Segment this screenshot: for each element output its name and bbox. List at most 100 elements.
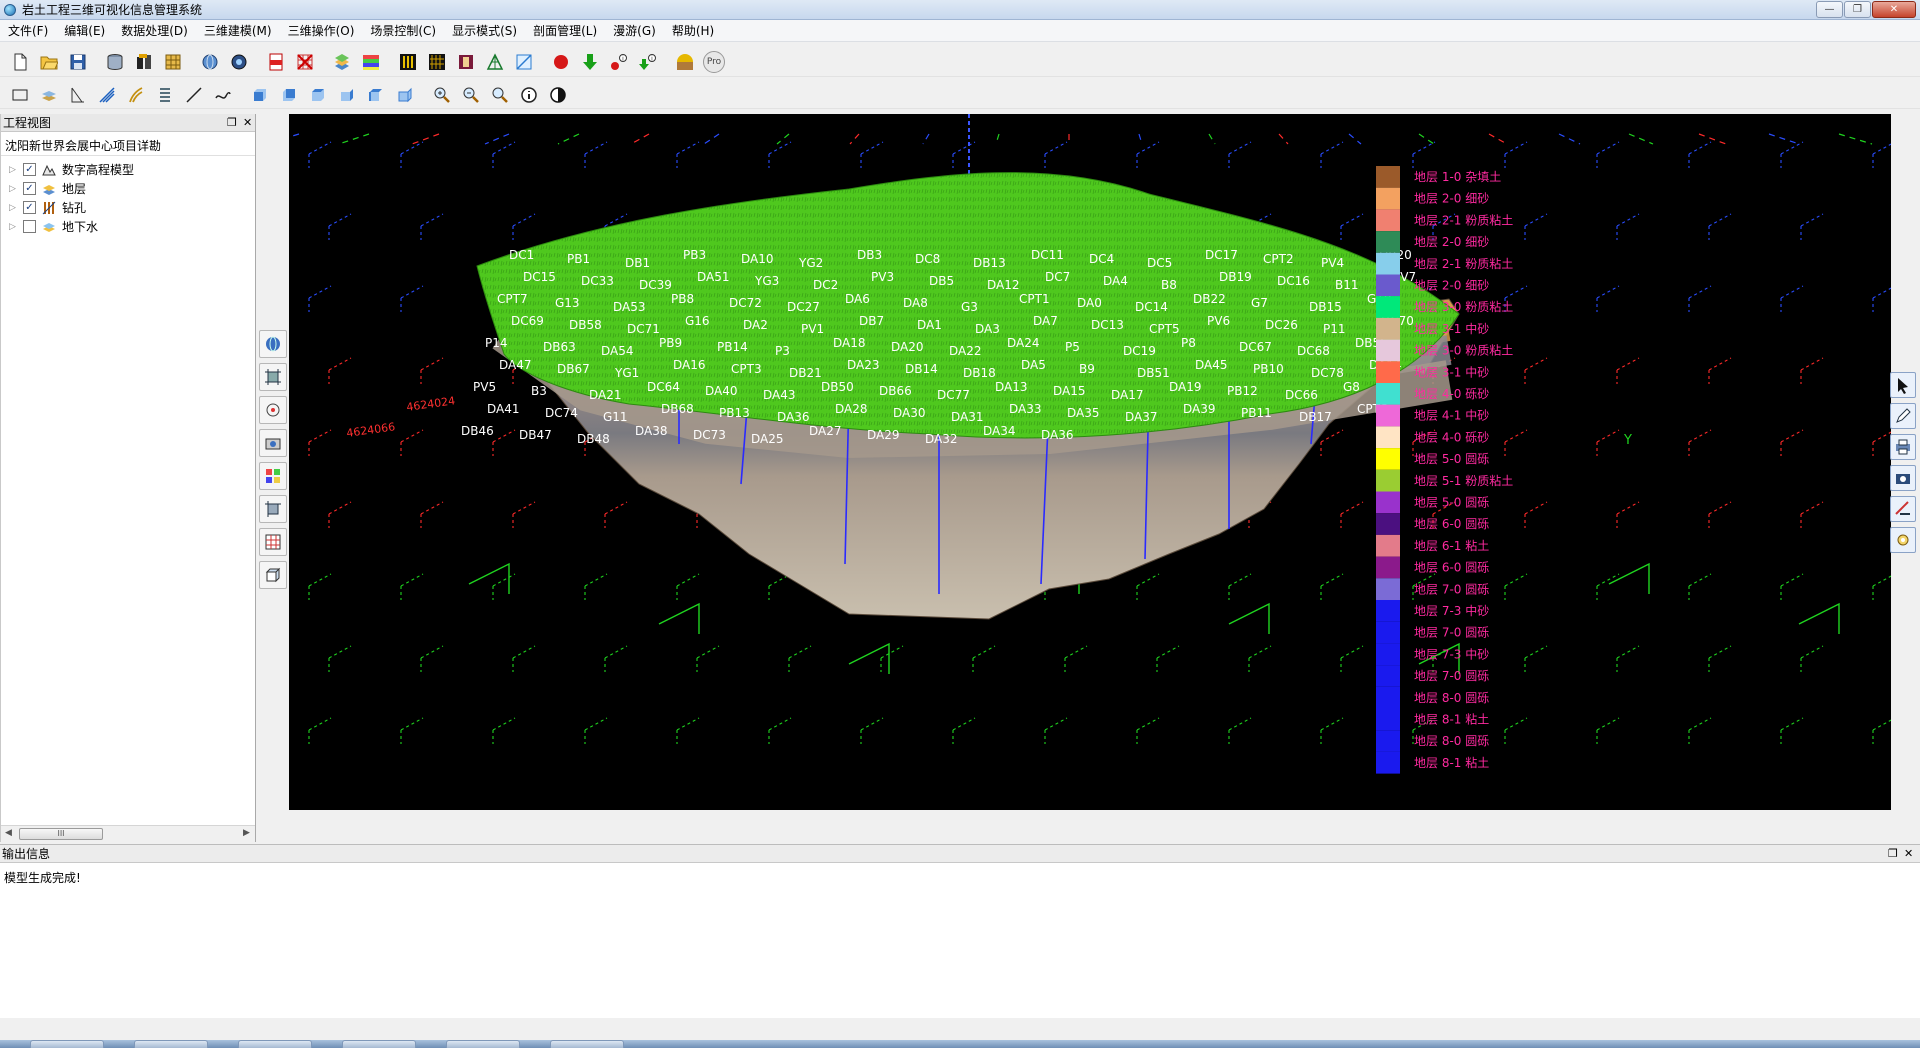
taskbar-item[interactable]: [238, 1040, 312, 1048]
project-name[interactable]: 沈阳新世界会展中心项目详勘: [1, 136, 255, 156]
print-button[interactable]: [1890, 434, 1916, 460]
menu-scene-control[interactable]: 场景控制(C): [362, 21, 444, 41]
cut-button[interactable]: [95, 83, 119, 107]
record-button[interactable]: [549, 50, 573, 74]
curve-button[interactable]: [211, 83, 235, 107]
borehole-grid-button[interactable]: [396, 50, 420, 74]
rotate-button[interactable]: [259, 396, 287, 424]
globe-button[interactable]: [198, 50, 222, 74]
save-button[interactable]: [66, 50, 90, 74]
view-bottom-button[interactable]: [393, 83, 417, 107]
scene-canvas[interactable]: DC1 PB1 DB1 PB3 DA10 YG2 DB3 DC8 DB13 DC11 DC4 DC5 D…: [289, 114, 1891, 810]
menu-edit[interactable]: 编辑(E): [56, 21, 113, 41]
screenshot-button[interactable]: [1890, 465, 1916, 491]
tree-item-stratum[interactable]: ▷ ✓ 地层: [1, 179, 255, 198]
menu-display-mode[interactable]: 显示模式(S): [444, 21, 525, 41]
scroll-right-icon[interactable]: ▶: [243, 828, 250, 838]
menu-help[interactable]: 帮助(H): [664, 21, 722, 41]
expand-icon[interactable]: ▷: [9, 165, 19, 175]
download-button[interactable]: [578, 50, 602, 74]
taskbar-item[interactable]: [30, 1040, 104, 1048]
menu-data-processing[interactable]: 数据处理(D): [113, 21, 196, 41]
expand-icon[interactable]: ▷: [9, 184, 19, 194]
measure-button[interactable]: [1890, 496, 1916, 522]
view-left-button[interactable]: [306, 83, 330, 107]
minimize-button[interactable]: —: [1816, 1, 1843, 18]
network-button[interactable]: [227, 50, 251, 74]
scroll-left-icon[interactable]: ◀: [5, 828, 12, 838]
restore-button[interactable]: ❐: [1844, 1, 1871, 18]
import-button[interactable]: [132, 50, 156, 74]
view-right-button[interactable]: [335, 83, 359, 107]
dem-checkbox[interactable]: ✓: [23, 163, 36, 176]
stack-button[interactable]: [153, 83, 177, 107]
groundwater-checkbox[interactable]: [23, 220, 36, 233]
line-button[interactable]: [182, 83, 206, 107]
mesh-button[interactable]: [425, 50, 449, 74]
borehole-checkbox[interactable]: ✓: [23, 201, 36, 214]
new-file-button[interactable]: [8, 50, 32, 74]
sun-button[interactable]: [673, 50, 697, 74]
table-button[interactable]: [161, 50, 185, 74]
view-front-button[interactable]: [248, 83, 272, 107]
panel-float-icon[interactable]: ❐: [227, 116, 237, 129]
camera-button[interactable]: [259, 429, 287, 457]
horizontal-scrollbar[interactable]: ◀ III ▶: [1, 825, 255, 842]
frame-select-button[interactable]: [259, 363, 287, 391]
open-button[interactable]: [37, 50, 61, 74]
taskbar-item[interactable]: [342, 1040, 416, 1048]
crop-button[interactable]: [259, 495, 287, 523]
slice-button[interactable]: [512, 50, 536, 74]
pro-button[interactable]: Pro: [702, 50, 726, 74]
3d-viewport[interactable]: DC1 PB1 DB1 PB3 DA10 YG2 DB3 DC8 DB13 DC11 DC4 DC5 D…: [289, 114, 1891, 810]
menu-file[interactable]: 文件(F): [0, 21, 56, 41]
tree-item-groundwater[interactable]: ▷ 地下水: [1, 217, 255, 236]
menu-roaming[interactable]: 漫游(G): [605, 21, 664, 41]
book-button[interactable]: [454, 50, 478, 74]
point-download-button[interactable]: i: [636, 50, 660, 74]
taskbar-item[interactable]: [134, 1040, 208, 1048]
expand-icon[interactable]: ▷: [9, 222, 19, 232]
menu-3d-modeling[interactable]: 三维建模(M): [196, 21, 280, 41]
grid-delete-button[interactable]: [293, 50, 317, 74]
tree-item-dem[interactable]: ▷ ✓ 数字高程模型: [1, 160, 255, 179]
rectangle-button[interactable]: [8, 83, 32, 107]
fan-button[interactable]: [124, 83, 148, 107]
box-button[interactable]: [259, 561, 287, 589]
pdf-button[interactable]: [264, 50, 288, 74]
settings-button[interactable]: [1890, 527, 1916, 553]
pen-button[interactable]: [1890, 403, 1916, 429]
color-map-button[interactable]: [359, 50, 383, 74]
section-button[interactable]: [66, 83, 90, 107]
taskbar-item[interactable]: [550, 1040, 624, 1048]
view-back-button[interactable]: [277, 83, 301, 107]
panel-float-icon[interactable]: ❐: [1888, 847, 1898, 860]
taskbar-item[interactable]: [446, 1040, 520, 1048]
zoom-out-button[interactable]: [459, 83, 483, 107]
expand-icon[interactable]: ▷: [9, 203, 19, 213]
tree-item-borehole[interactable]: ▷ ✓ 钻孔: [1, 198, 255, 217]
palette-button[interactable]: [259, 462, 287, 490]
layers-button[interactable]: [330, 50, 354, 74]
triangle-button[interactable]: [483, 50, 507, 74]
info-button[interactable]: [517, 83, 541, 107]
point-info-button[interactable]: i: [607, 50, 631, 74]
globe-view-button[interactable]: [259, 330, 287, 358]
menu-section-management[interactable]: 剖面管理(L): [525, 21, 605, 41]
close-button[interactable]: ✕: [1872, 1, 1916, 18]
contrast-button[interactable]: [546, 83, 570, 107]
view-top-button[interactable]: [364, 83, 388, 107]
panel-close-icon[interactable]: ✕: [243, 116, 252, 129]
panel-close-icon[interactable]: ✕: [1904, 847, 1913, 860]
layers-flat-button[interactable]: [37, 83, 61, 107]
stratum-checkbox[interactable]: ✓: [23, 182, 36, 195]
zoom-in-button[interactable]: [430, 83, 454, 107]
pointer-button[interactable]: [1890, 372, 1916, 398]
borehole-label: DA25: [751, 432, 784, 446]
grid-button[interactable]: [259, 528, 287, 556]
zoom-fit-button[interactable]: [488, 83, 512, 107]
scroll-thumb[interactable]: III: [19, 828, 103, 840]
database-button[interactable]: [103, 50, 127, 74]
borehole-label: DB19: [1219, 270, 1252, 284]
menu-3d-operation[interactable]: 三维操作(O): [280, 21, 363, 41]
